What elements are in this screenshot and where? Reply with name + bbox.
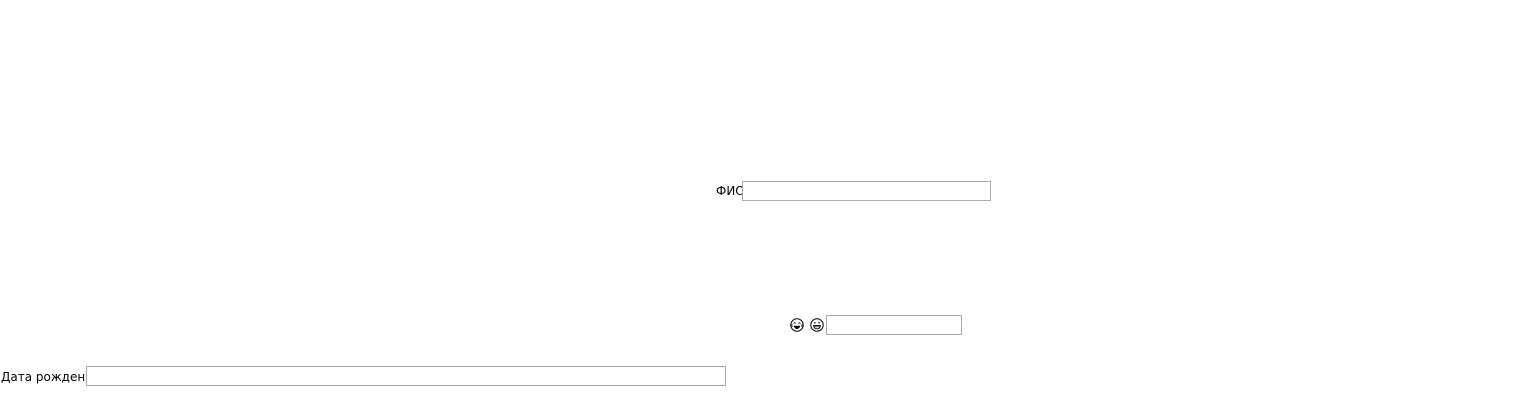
fio-label: ФИО <box>716 184 745 198</box>
fio-input[interactable] <box>742 181 991 201</box>
face-with-tears-of-joy-icon <box>790 318 804 332</box>
grinning-face-icon <box>810 318 824 332</box>
birth-date-input[interactable] <box>86 366 726 386</box>
emoji-input[interactable] <box>826 315 962 335</box>
